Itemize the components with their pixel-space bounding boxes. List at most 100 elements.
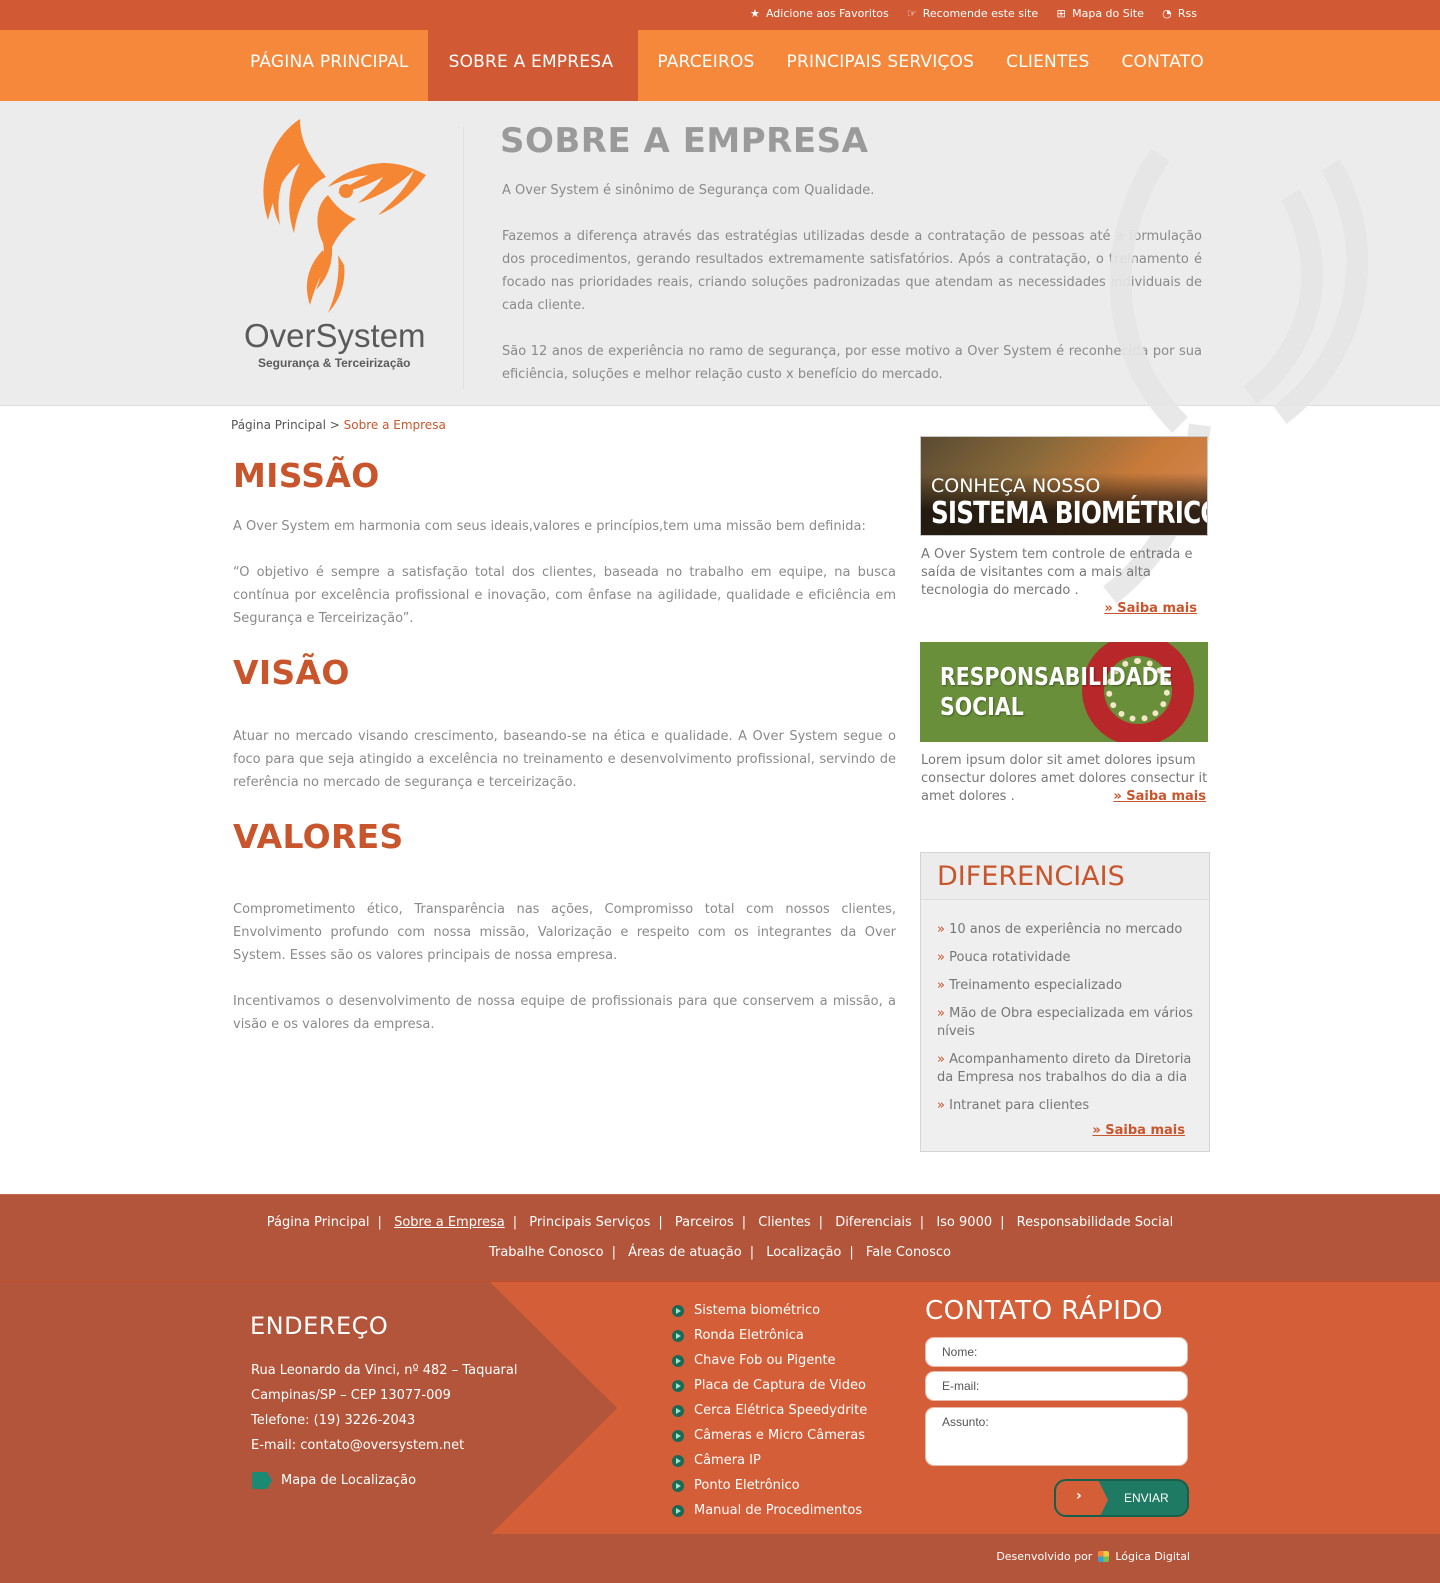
valores-title: VALORES	[233, 817, 404, 856]
nav-menu: PÁGINA PRINCIPAL SOBRE A EMPRESA PARCEIR…	[237, 30, 1223, 101]
nav-clients[interactable]: CLIENTES	[993, 30, 1102, 101]
footer-link-home[interactable]: Página Principal	[267, 1215, 370, 1230]
email-line: E-mail: contato@oversystem.net	[251, 1438, 465, 1453]
utility-links: ★ Adicione aos Favoritos ☞ Recomende este …	[749, 7, 1197, 20]
diferencial-label: Mão de Obra especializada em vários níve…	[937, 1006, 1193, 1039]
visao-title: VISÃO	[233, 653, 350, 692]
subject-field[interactable]: Assunto:	[925, 1407, 1188, 1466]
favorites-link[interactable]: ★ Adicione aos Favoritos	[749, 7, 889, 20]
play-bullet-icon	[672, 1479, 684, 1492]
biometric-banner[interactable]: CONHEÇA NOSSO SISTEMA BIOMÉTRICO	[920, 436, 1208, 536]
missao-title: MISSÃO	[233, 456, 380, 495]
list-item: » Treinamento especializado	[937, 978, 1123, 993]
send-button[interactable]: › ENVIAR	[1054, 1479, 1189, 1517]
social-banner[interactable]: RESPONSABILIDADE SOCIAL	[920, 642, 1208, 742]
main-content: MISSÃO A Over System em harmonia com seu…	[233, 450, 896, 1059]
hero-divider	[463, 127, 464, 389]
nav-about[interactable]: SOBRE A EMPRESA	[427, 30, 639, 101]
footer-link-social[interactable]: Responsabilidade Social	[1017, 1215, 1174, 1230]
logo-wordmark: OverSystem	[244, 317, 426, 354]
social-banner-line1: RESPONSABILIDADE	[940, 662, 1173, 691]
list-item[interactable]: Cerca Elétrica Speedydrite	[672, 1398, 867, 1423]
footer-link-about[interactable]: Sobre a Empresa	[394, 1215, 505, 1230]
recommend-label: Recomende este site	[922, 7, 1039, 20]
map-marker-icon	[252, 1472, 272, 1489]
diferencial-label: Acompanhamento direto da Diretoria da Em…	[937, 1052, 1192, 1085]
rss-icon: ◔	[1162, 6, 1172, 20]
nav-contact[interactable]: CONTATO	[1108, 30, 1217, 101]
recommend-link[interactable]: ☞ Recomende este site	[906, 7, 1038, 20]
list-item[interactable]: Manual de Procedimentos	[672, 1498, 867, 1523]
play-bullet-icon	[672, 1454, 684, 1467]
list-item[interactable]: Sistema biométrico	[672, 1298, 867, 1323]
social-more-link[interactable]: » Saiba mais	[1113, 789, 1206, 804]
email-field[interactable]: E-mail:	[925, 1371, 1188, 1401]
play-bullet-icon	[672, 1379, 684, 1392]
thumbs-up-icon: ☞	[906, 6, 917, 20]
footer-link-iso[interactable]: Iso 9000	[936, 1215, 992, 1230]
diferenciais-title: DIFERENCIAIS	[921, 853, 1209, 900]
list-item: » Intranet para clientes	[937, 1098, 1090, 1113]
top-utility-bar: ★ Adicione aos Favoritos ☞ Recomende este …	[0, 0, 1440, 30]
list-item[interactable]: Câmeras e Micro Câmeras	[672, 1423, 867, 1448]
footer-link-partners[interactable]: Parceiros	[675, 1215, 734, 1230]
play-bullet-icon	[672, 1304, 684, 1317]
nav-home[interactable]: PÁGINA PRINCIPAL	[237, 30, 422, 101]
breadcrumb-home[interactable]: Página Principal	[231, 418, 326, 432]
send-button-arrow	[1056, 1481, 1108, 1515]
map-link-label: Mapa de Localização	[281, 1473, 417, 1488]
services-list: Sistema biométrico Ronda Eletrônica Chav…	[672, 1298, 867, 1523]
address-line: Rua Leonardo da Vinci, nº 482 – Taquaral	[251, 1363, 518, 1378]
hero-paragraph-1: A Over System é sinônimo de Segurança co…	[502, 183, 875, 198]
nav-services[interactable]: PRINCIPAIS SERVIÇOS	[774, 30, 988, 101]
main-navigation: PÁGINA PRINCIPAL SOBRE A EMPRESA PARCEIR…	[0, 30, 1440, 101]
nav-partners[interactable]: PARCEIROS	[644, 30, 767, 101]
footer-body: ENDEREÇO Rua Leonardo da Vinci, nº 482 –…	[0, 1281, 1440, 1535]
diferencial-label: Pouca rotatividade	[949, 950, 1071, 965]
sitemap-link[interactable]: ⊞ Mapa do Site	[1055, 7, 1144, 20]
list-item[interactable]: Ronda Eletrônica	[672, 1323, 867, 1348]
credits-bar: Desenvolvido por Lógica Digital	[0, 1534, 1440, 1583]
logo-tagline: Segurança & Terceirização	[258, 356, 411, 370]
list-item[interactable]: Placa de Captura de Video	[672, 1373, 867, 1398]
sitemap-icon: ⊞	[1056, 6, 1066, 20]
list-item[interactable]: Câmera IP	[672, 1448, 867, 1473]
credits-link[interactable]: Lógica Digital	[1115, 1550, 1190, 1563]
rss-link[interactable]: ◔ Rss	[1161, 7, 1197, 20]
breadcrumb: Página Principal > Sobre a Empresa	[231, 418, 446, 432]
missao-text: A Over System em harmonia com seus ideai…	[233, 515, 896, 630]
map-link[interactable]: Mapa de Localização	[252, 1472, 416, 1489]
quick-contact-title: CONTATO RÁPIDO	[925, 1296, 1163, 1326]
chevron-right-icon: ›	[1076, 1488, 1082, 1504]
list-item[interactable]: Ponto Eletrônico	[672, 1473, 867, 1498]
send-button-label: ENVIAR	[1124, 1491, 1169, 1505]
credits-text: Desenvolvido por	[996, 1550, 1093, 1563]
biometric-more-link[interactable]: » Saiba mais	[1104, 601, 1197, 616]
footer-link-areas[interactable]: Áreas de atuação	[628, 1245, 742, 1260]
social-promo: RESPONSABILIDADE SOCIAL Lorem ipsum dolo…	[920, 642, 1210, 806]
visao-paragraph-1: Atuar no mercado visando crescimento, ba…	[233, 729, 896, 790]
footer-link-services[interactable]: Principais Serviços	[529, 1215, 650, 1230]
footer-link-contact[interactable]: Fale Conosco	[866, 1245, 951, 1260]
diferenciais-more-link[interactable]: » Saiba mais	[1092, 1123, 1185, 1138]
credits: Desenvolvido por Lógica Digital	[996, 1550, 1190, 1563]
biometric-promo: CONHEÇA NOSSO SISTEMA BIOMÉTRICO A Over …	[920, 436, 1210, 618]
oversystem-logo[interactable]: OverSystem Segurança & Terceirização	[228, 115, 438, 385]
play-bullet-icon	[672, 1504, 684, 1517]
list-item: » 10 anos de experiência no mercado	[937, 922, 1183, 937]
footer-link-clients[interactable]: Clientes	[758, 1215, 810, 1230]
footer-link-diferenciais[interactable]: Diferenciais	[835, 1215, 912, 1230]
name-field[interactable]: Nome:	[925, 1337, 1188, 1367]
play-bullet-icon	[672, 1329, 684, 1342]
social-banner-line2: SOCIAL	[940, 692, 1024, 721]
phone-line: Telefone: (19) 3226-2043	[251, 1413, 416, 1428]
footer-link-location[interactable]: Localização	[766, 1245, 841, 1260]
footer-nav-row-2: Trabalhe Conosco | Áreas de atuação | Loca…	[488, 1245, 952, 1260]
list-item[interactable]: Chave Fob ou Pigente	[672, 1348, 867, 1373]
diferencial-label: Intranet para clientes	[949, 1098, 1090, 1113]
play-bullet-icon	[672, 1404, 684, 1417]
social-text: Lorem ipsum dolor sit amet dolores ipsum…	[920, 752, 1210, 806]
footer-link-careers[interactable]: Trabalhe Conosco	[489, 1245, 604, 1260]
hero-paragraph-3: São 12 anos de experiência no ramo de se…	[502, 344, 1202, 382]
address-block: Rua Leonardo da Vinci, nº 482 – Taquaral…	[251, 1358, 517, 1458]
